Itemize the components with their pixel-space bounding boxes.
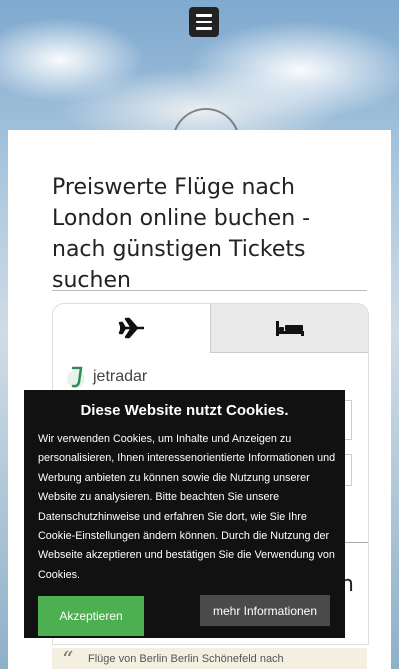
airplane-icon <box>118 317 144 339</box>
divider <box>52 290 367 291</box>
bed-icon <box>276 321 304 336</box>
cookie-title: Diese Website nutzt Cookies. <box>80 402 289 419</box>
hamburger-icon-line <box>196 14 212 17</box>
accept-cookies-button[interactable]: Akzeptieren <box>38 596 144 636</box>
quote-icon: “ <box>62 648 74 669</box>
tab-flights[interactable] <box>53 304 210 352</box>
hamburger-icon-line <box>196 20 212 24</box>
quote-text: Flüge von Berlin Berlin Schönefeld nach <box>88 653 284 665</box>
jetradar-logo: jetradar <box>67 364 147 390</box>
jetradar-icon <box>67 366 85 388</box>
hamburger-icon-line <box>196 27 212 30</box>
quote-box: “ Flüge von Berlin Berlin Schönefeld nac… <box>52 648 367 669</box>
cookie-text: Wir verwenden Cookies, um Inhalte und An… <box>38 433 336 581</box>
page-title: Preiswerte Flüge nach London online buch… <box>52 175 311 293</box>
tab-hotels[interactable] <box>210 304 368 353</box>
provider-name: jetradar <box>93 368 148 385</box>
cookie-banner: Diese Website nutzt Cookies. Wir verwend… <box>24 390 345 638</box>
more-information-button[interactable]: mehr Informationen <box>200 595 330 626</box>
menu-button[interactable] <box>189 7 219 37</box>
